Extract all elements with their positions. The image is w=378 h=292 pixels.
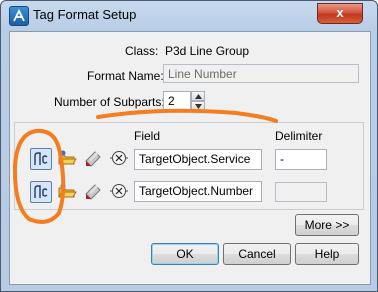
arrow-down-icon: [195, 104, 202, 109]
row1-expression-button[interactable]: [108, 148, 130, 170]
field-column-header: Field: [134, 129, 161, 143]
class-label: Class:: [125, 44, 159, 58]
expression-icon: [110, 151, 128, 165]
row2-field-input[interactable]: TargetObject.Number: [134, 181, 262, 202]
close-button[interactable]: x: [317, 3, 363, 24]
help-button[interactable]: Help: [295, 243, 359, 265]
folder-open-icon: [58, 150, 77, 165]
row2-delimiter-input: [275, 182, 327, 202]
subparts-label: Number of Subparts:: [54, 95, 165, 109]
window-title: Tag Format Setup: [33, 7, 137, 22]
folder-open-icon: [58, 183, 77, 198]
row1-delimiter-input[interactable]: -: [275, 149, 327, 170]
subparts-input[interactable]: 2: [163, 91, 191, 112]
class-value: P3d Line Group: [165, 44, 250, 58]
properties-icon: [85, 184, 101, 200]
subparts-increment-button[interactable]: [191, 91, 205, 101]
properties-icon: [85, 151, 101, 167]
ok-button[interactable]: OK: [151, 243, 219, 265]
row2-expression-button[interactable]: [108, 181, 130, 203]
row1-object-selector-button[interactable]: [30, 148, 52, 170]
autocad-app-icon: [9, 6, 29, 26]
row1-open-folder-button[interactable]: [56, 148, 78, 170]
title-bar[interactable]: Tag Format Setup x: [1, 1, 377, 29]
delimiter-column-header: Delimiter: [275, 129, 323, 143]
object-class-icon: [34, 152, 48, 165]
arrow-up-icon: [195, 94, 202, 99]
row2-object-selector-button[interactable]: [30, 181, 52, 203]
row2-properties-button[interactable]: [82, 181, 104, 203]
format-name-label: Format Name:: [87, 69, 164, 83]
row1-properties-button[interactable]: [82, 148, 104, 170]
object-class-icon: [34, 185, 48, 198]
subparts-decrement-button[interactable]: [191, 101, 205, 111]
row1-field-input[interactable]: TargetObject.Service: [134, 149, 262, 170]
dialog-body: Class: P3d Line Group Format Name: Line …: [9, 31, 371, 285]
row2-open-folder-button[interactable]: [56, 181, 78, 203]
tag-format-setup-dialog: Tag Format Setup x Class: P3d Line Group…: [0, 0, 378, 292]
expression-icon: [110, 184, 128, 198]
format-name-field: Line Number: [163, 64, 359, 83]
more-button[interactable]: More >>: [295, 214, 359, 236]
cancel-button[interactable]: Cancel: [223, 243, 291, 265]
